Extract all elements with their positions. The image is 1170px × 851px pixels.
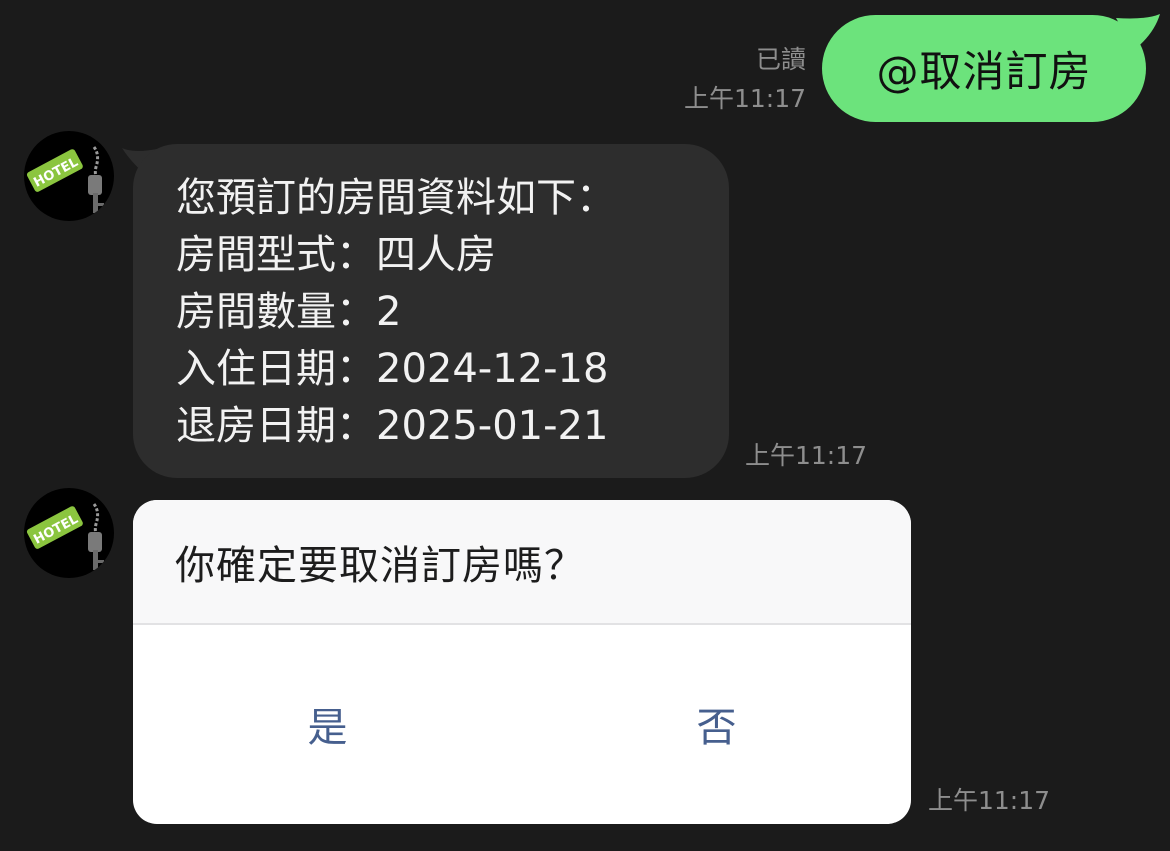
yes-button[interactable]: 是: [133, 625, 522, 822]
confirm-card-timestamp: 上午11:17: [928, 786, 1051, 815]
outgoing-timestamp: 上午11:17: [683, 84, 806, 113]
booking-info-bubble[interactable]: 您預訂的房間資料如下： 房間型式：四人房 房間數量：2 入住日期：2024-12…: [133, 144, 729, 478]
hotel-bot-avatar[interactable]: HOTEL: [24, 488, 114, 578]
outgoing-message-text: @取消訂房: [876, 47, 1092, 96]
confirm-question-text: 你確定要取消訂房嗎？: [175, 542, 585, 589]
chat-view: 已讀 上午11:17 @取消訂房 HOTEL 您預訂的房間資料如下： 房間型式：…: [0, 0, 1170, 851]
outgoing-message-bubble[interactable]: @取消訂房: [822, 15, 1146, 122]
hotel-key-icon: HOTEL: [26, 503, 104, 570]
room-count-line: 房間數量：2: [176, 289, 402, 335]
no-button[interactable]: 否: [522, 625, 911, 822]
booking-info-heading: 您預訂的房間資料如下：: [176, 175, 616, 221]
read-receipt: 已讀: [755, 45, 806, 74]
booking-info-timestamp: 上午11:17: [745, 441, 868, 470]
check-out-date-line: 退房日期：2025-01-21: [176, 403, 609, 449]
confirm-card-actions: 是 否: [133, 625, 911, 822]
hotel-bot-avatar[interactable]: HOTEL: [24, 131, 114, 221]
check-in-date-line: 入住日期：2024-12-18: [176, 346, 609, 392]
room-type-line: 房間型式：四人房: [176, 232, 496, 278]
cancel-confirm-card: 你確定要取消訂房嗎？ 是 否: [133, 500, 911, 824]
confirm-card-header: 你確定要取消訂房嗎？: [133, 500, 911, 625]
hotel-key-icon: HOTEL: [26, 146, 104, 213]
